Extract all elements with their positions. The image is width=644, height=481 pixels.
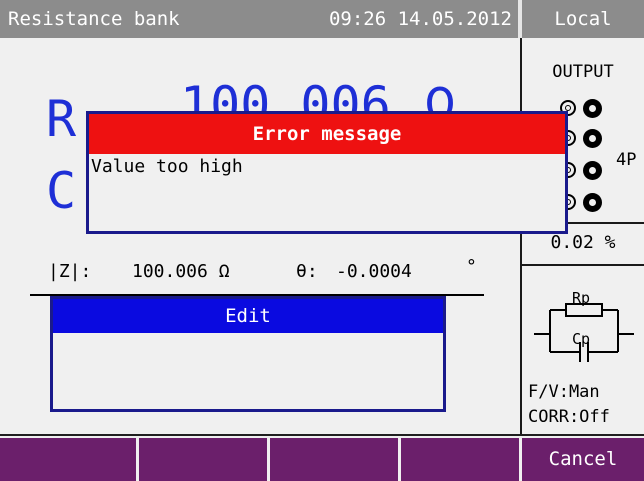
- error-dialog[interactable]: Error message Value too high: [86, 111, 568, 234]
- primary-param-symbol: R: [46, 90, 77, 148]
- correction-mode: CORR:Off: [528, 407, 610, 427]
- output-terminal-row: [560, 98, 630, 120]
- terminal-dot-icon: [583, 99, 602, 118]
- softkey-bar-divider: [0, 434, 644, 436]
- circuit-capacitor-label: Cp: [572, 330, 591, 348]
- terminal-dot-icon: [583, 161, 602, 180]
- terminal-dot-icon: [583, 193, 602, 212]
- edit-dialog-title: Edit: [53, 299, 443, 333]
- angle-label: θ:: [296, 261, 318, 282]
- secondary-param-symbol: C: [46, 162, 77, 220]
- accuracy-percent: 0.02 %: [550, 232, 616, 253]
- output-terminal-row: [560, 128, 630, 150]
- edit-dialog[interactable]: Edit: [50, 296, 446, 412]
- softkey-4[interactable]: [401, 438, 519, 481]
- impedance-value: 100.006 Ω: [132, 261, 230, 282]
- circuit-resistor-label: Rp: [572, 289, 591, 307]
- error-dialog-title: Error message: [89, 114, 565, 154]
- error-message: Value too high: [91, 156, 243, 177]
- side-divider: [522, 264, 644, 266]
- date-time: 09:26 14.05.2012: [328, 8, 512, 30]
- softkey-3[interactable]: [270, 438, 398, 481]
- softkey-2[interactable]: [139, 438, 267, 481]
- output-label: OUTPUT: [552, 62, 614, 82]
- fv-mode: F/V:Man: [528, 382, 600, 402]
- cancel-button[interactable]: Cancel: [522, 438, 644, 481]
- terminal-dot-icon: [583, 129, 602, 148]
- softkey-1[interactable]: [0, 438, 136, 481]
- edit-value-field[interactable]: [57, 337, 439, 407]
- app-title: Resistance bank: [8, 8, 180, 30]
- terminal-mode-label: 4P: [616, 150, 637, 170]
- angle-value: -0.0004: [336, 261, 412, 282]
- title-bar: Resistance bank 09:26 14.05.2012: [0, 0, 520, 38]
- impedance-label: |Z|:: [48, 261, 92, 282]
- mode-indicator: Local: [522, 0, 644, 38]
- angle-unit: °: [466, 256, 477, 277]
- output-terminal-row: [560, 192, 630, 214]
